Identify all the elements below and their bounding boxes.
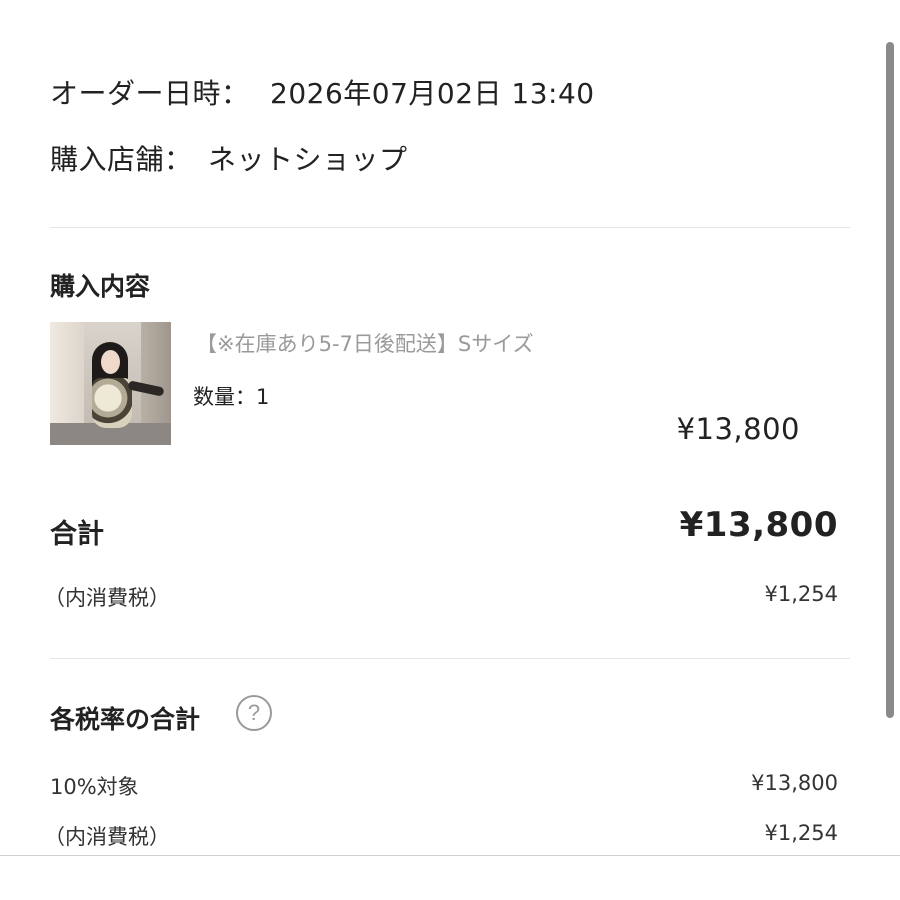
tax-rate-row-label: （内消費税） (44, 825, 170, 849)
tax-rate-row-value: ¥1,254 (764, 821, 838, 845)
tax-label: （内消費税） (44, 586, 170, 610)
total-value: ¥13,800 (679, 505, 838, 545)
store-label: 購入店舗： (50, 143, 193, 176)
order-detail-page: オーダー日時： 2026年07月02日 13:40 購入店舗： ネットショップ … (0, 0, 900, 900)
total-label: 合計 (50, 519, 104, 550)
tax-value: ¥1,254 (764, 582, 838, 606)
order-datetime-label: オーダー日時： (50, 77, 250, 110)
divider (50, 658, 850, 659)
order-datetime-value: 2026年07月02日 13:40 (270, 77, 595, 110)
product-quantity: 数量：1 (193, 385, 270, 409)
tax-rate-row-value: ¥13,800 (751, 771, 838, 795)
tax-rates-section-title: 各税率の合計 (50, 705, 201, 734)
product-thumbnail[interactable] (50, 322, 171, 445)
tax-rate-row-label: 10%対象 (50, 775, 139, 799)
question-circle-icon[interactable]: ? (236, 695, 272, 731)
product-name[interactable]: 【※在庫あり5-7日後配送】Sサイズ (196, 328, 534, 358)
store-value: ネットショップ (208, 143, 408, 176)
product-price: ¥13,800 (676, 412, 800, 446)
purchase-section-title: 購入内容 (50, 272, 151, 301)
vertical-scrollbar[interactable] (886, 42, 894, 718)
bottom-divider (0, 855, 900, 856)
divider (50, 227, 850, 228)
